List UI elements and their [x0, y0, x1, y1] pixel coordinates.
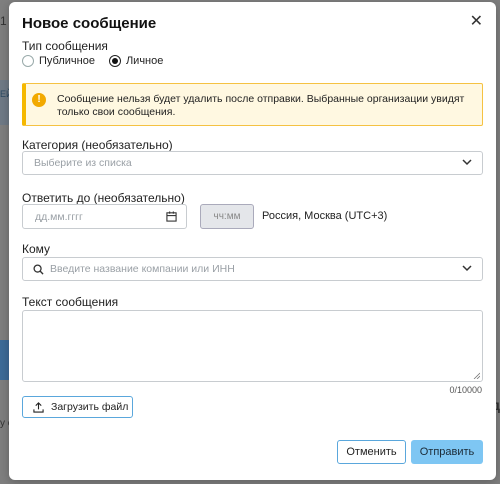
message-textarea[interactable]	[22, 310, 483, 382]
message-text-label: Текст сообщения	[22, 295, 119, 309]
cancel-button[interactable]: Отменить	[337, 440, 406, 464]
recipient-placeholder: Введите название компании или ИНН	[50, 263, 235, 275]
category-placeholder: Выберите из списка	[34, 157, 132, 169]
character-counter: 0/10000	[449, 385, 482, 395]
background-fragment: 1	[0, 14, 7, 28]
chevron-down-icon[interactable]	[462, 157, 472, 167]
radio-public-circle[interactable]	[22, 55, 34, 67]
message-type-label: Тип сообщения	[22, 39, 108, 53]
category-select[interactable]: Выберите из списка	[22, 151, 483, 175]
message-type-radio-group: Публичное Личное	[22, 55, 177, 67]
upload-icon	[33, 401, 44, 413]
close-icon[interactable]: ✕	[470, 14, 483, 30]
warning-text: Сообщение нельзя будет удалить после отп…	[57, 93, 465, 118]
time-input[interactable]: чч:мм	[200, 204, 254, 229]
resize-handle-icon[interactable]	[473, 372, 480, 379]
radio-public-label: Публичное	[39, 55, 95, 67]
send-button[interactable]: Отправить	[411, 440, 483, 464]
calendar-icon[interactable]	[166, 211, 177, 222]
chevron-down-icon[interactable]	[462, 263, 472, 273]
recipient-label: Кому	[22, 242, 51, 256]
reply-by-label: Ответить до (необязательно)	[22, 191, 185, 205]
timezone-label: Россия, Москва (UTC+3)	[262, 210, 388, 222]
radio-private[interactable]: Личное	[108, 55, 164, 67]
warning-icon: !	[32, 93, 46, 107]
search-icon	[33, 264, 44, 275]
date-placeholder: дд.мм.гггг	[35, 210, 83, 223]
radio-private-label: Личное	[125, 55, 164, 67]
date-input[interactable]: дд.мм.гггг	[22, 204, 187, 229]
category-label: Категория (необязательно)	[22, 138, 173, 152]
radio-private-circle[interactable]	[108, 55, 121, 67]
upload-file-label: Загрузить файл	[51, 401, 129, 413]
new-message-dialog: Новое сообщение ✕ Тип сообщения Публично…	[9, 2, 496, 480]
warning-banner: ! Сообщение нельзя будет удалить после о…	[22, 83, 483, 126]
recipient-search-input[interactable]: Введите название компании или ИНН	[22, 257, 483, 281]
dialog-title: Новое сообщение	[22, 15, 157, 32]
radio-public[interactable]: Публичное	[22, 55, 95, 67]
upload-file-button[interactable]: Загрузить файл	[22, 396, 133, 418]
